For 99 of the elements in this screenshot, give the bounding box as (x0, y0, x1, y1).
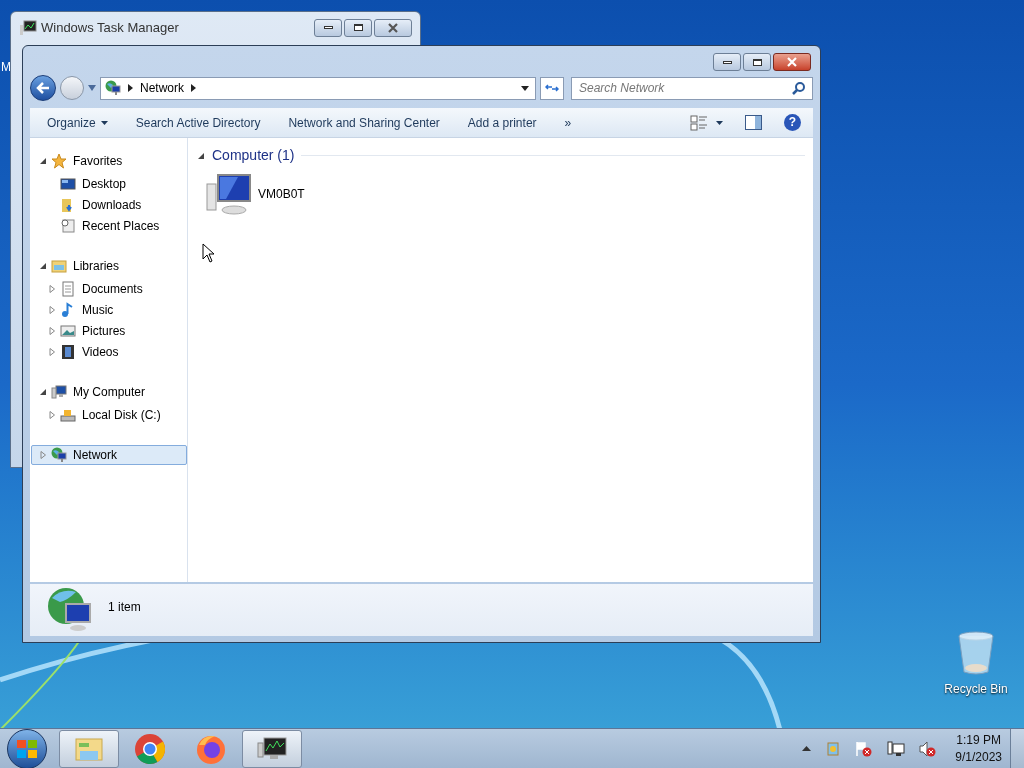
navigation-item[interactable]: Downloads (31, 197, 187, 213)
navigation-label: My Computer (73, 384, 146, 401)
recent-places-icon (60, 218, 76, 234)
picture-icon (60, 323, 76, 339)
navigation-label: Network (73, 447, 117, 464)
film-strip-icon (60, 344, 76, 360)
star-icon (51, 153, 67, 169)
clock-time: 1:19 PM (956, 731, 1001, 749)
toolbar-button[interactable]: Network and Sharing Center (288, 113, 440, 132)
recycle-bin-icon[interactable] (957, 630, 995, 676)
navigation-item[interactable]: Favorites (31, 151, 187, 171)
minimize-button[interactable] (314, 18, 342, 37)
navigation-item[interactable]: Desktop (31, 176, 187, 192)
navigation-item[interactable]: My Computer (31, 382, 187, 402)
task-manager-icon (19, 19, 37, 36)
refresh-icon (545, 82, 559, 94)
back-arrow-icon (36, 82, 50, 94)
navigation-label: Documents (82, 281, 143, 298)
network-icon (105, 80, 121, 96)
collapsed-arrow-icon[interactable] (40, 451, 47, 459)
close-icon (786, 57, 798, 67)
navigation-item[interactable]: Videos (31, 344, 187, 360)
maximize-button[interactable] (743, 53, 771, 71)
clock[interactable]: 1:19 PM 9/1/2023 (955, 731, 1002, 766)
minimize-button[interactable] (713, 53, 741, 71)
view-options-button[interactable] (690, 114, 723, 131)
document-icon (60, 281, 76, 297)
breadcrumb[interactable]: Network (140, 79, 184, 97)
speaker-muted-icon[interactable] (919, 740, 938, 757)
computer-label: VM0B0T (258, 186, 305, 203)
navigation-label: Downloads (82, 197, 142, 214)
navigation-label: Favorites (73, 153, 123, 170)
navigation-label: Videos (82, 344, 119, 361)
expanded-arrow-icon[interactable] (198, 151, 205, 160)
toolbar-button[interactable]: Add a printer (467, 113, 537, 132)
navigation-item[interactable]: Music (31, 302, 187, 318)
mouse-cursor-icon (202, 243, 215, 263)
network-globe-icon (46, 586, 94, 632)
view-list-icon (690, 114, 708, 131)
windows-logo-icon (16, 738, 38, 759)
toolbar-button[interactable]: Search Active Directory (135, 113, 261, 132)
window-title: Windows Task Manager (41, 19, 179, 37)
navigation-item[interactable]: Recent Places (31, 218, 187, 234)
network-disconnected-icon[interactable] (887, 740, 906, 757)
expanded-arrow-icon[interactable] (40, 388, 47, 396)
navigation-label: Libraries (73, 258, 120, 275)
navigation-label: Music (82, 302, 114, 319)
caret-icon (100, 120, 108, 125)
navigation-item[interactable]: Pictures (31, 323, 187, 339)
navigation-label: Recent Places (82, 218, 160, 235)
navigation-item[interactable]: Libraries (31, 256, 187, 276)
close-icon (387, 22, 399, 33)
library-folder-icon (51, 258, 67, 274)
status-text: 1 item (108, 599, 141, 616)
computer-icon (51, 384, 67, 400)
flag-error-icon[interactable] (855, 740, 874, 757)
taskbar-button[interactable] (242, 729, 302, 768)
computer-item[interactable]: VM0B0T (206, 172, 305, 216)
caret-icon (716, 120, 723, 125)
navigation-item[interactable]: Local Disk (C:) (31, 407, 187, 423)
toolbar-button[interactable]: » (564, 113, 572, 132)
collapsed-arrow-icon[interactable] (49, 411, 56, 419)
search-icon[interactable] (792, 81, 805, 95)
navigation-item[interactable]: Documents (31, 281, 187, 297)
preview-pane-icon[interactable] (745, 115, 762, 130)
group-header[interactable]: Computer (1) (212, 145, 295, 166)
network-icon (51, 447, 67, 463)
help-button[interactable]: ? (784, 114, 801, 131)
navigation-item[interactable]: Network (31, 445, 187, 465)
navigation-label: Pictures (82, 323, 126, 340)
collapsed-arrow-icon[interactable] (49, 285, 56, 293)
computer-icon (206, 172, 252, 216)
drive-icon (60, 407, 76, 423)
expanded-arrow-icon[interactable] (40, 157, 47, 165)
maximize-button[interactable] (344, 18, 372, 37)
clock-date: 9/1/2023 (955, 748, 1002, 766)
search-placeholder: Search Network (579, 80, 665, 97)
navigation-label: Desktop (82, 176, 127, 193)
menu-button[interactable]: Organize (47, 113, 108, 132)
collapsed-arrow-icon[interactable] (49, 306, 56, 314)
show-hidden-icons-icon[interactable] (802, 746, 812, 751)
close-button[interactable] (773, 53, 811, 71)
navigation-label: Local Disk (C:) (82, 407, 161, 424)
refresh-button[interactable] (540, 76, 564, 100)
close-button[interactable] (374, 18, 412, 37)
breadcrumb-arrow-icon[interactable] (128, 84, 133, 92)
expanded-arrow-icon[interactable] (40, 262, 47, 270)
start-button[interactable] (7, 728, 47, 768)
collapsed-arrow-icon[interactable] (49, 348, 56, 356)
back-button[interactable] (30, 75, 56, 101)
collapsed-arrow-icon[interactable] (49, 327, 56, 335)
address-bar[interactable]: Network (100, 76, 536, 100)
desktop-icon-label: M (1, 59, 11, 76)
breadcrumb-arrow-icon[interactable] (191, 84, 196, 92)
dropdown-caret-icon[interactable] (521, 85, 529, 91)
search-field[interactable]: Search Network (571, 76, 813, 100)
desktop-icon (60, 176, 76, 192)
chrome-logo-icon (134, 732, 166, 765)
show-desktop-button[interactable] (1010, 728, 1024, 768)
